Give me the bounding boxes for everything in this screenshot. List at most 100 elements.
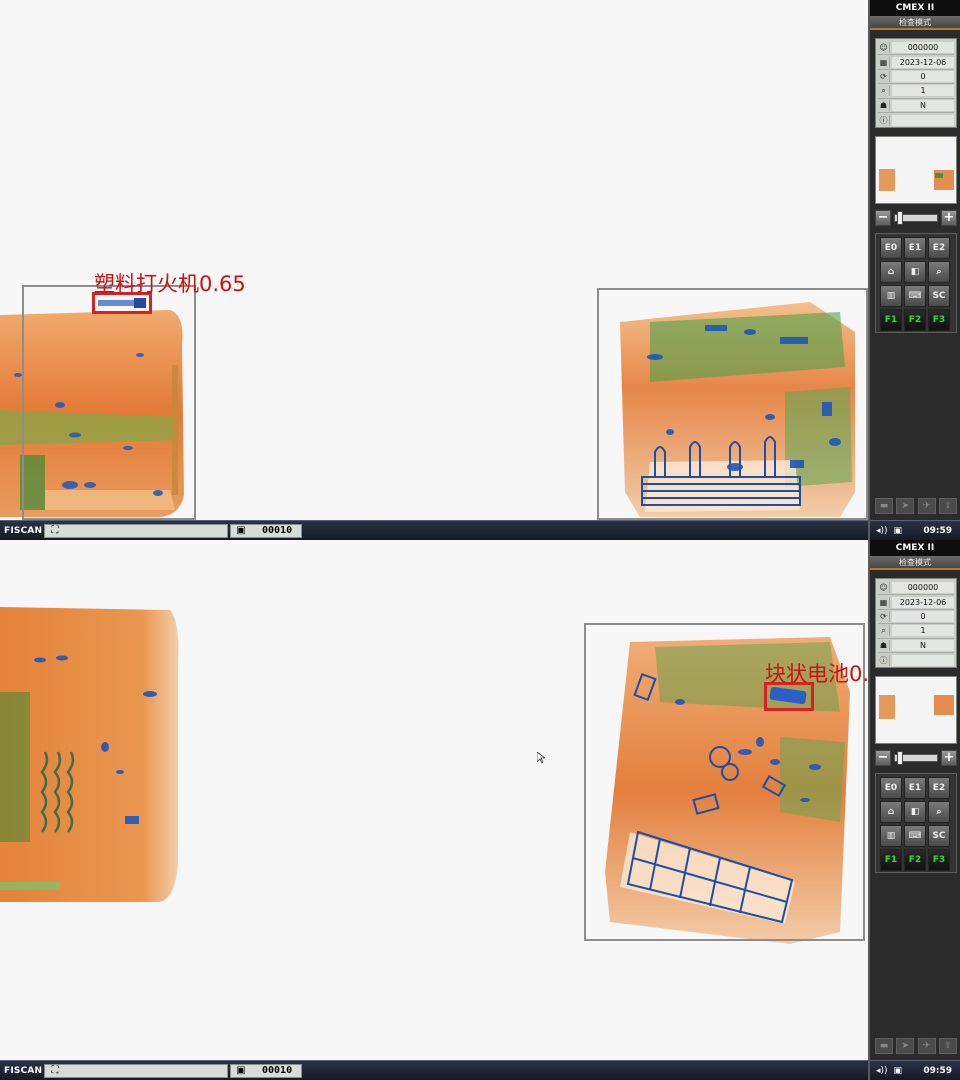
home-button[interactable]: ⌂ [880, 801, 902, 823]
contrast-button[interactable]: ◧ [904, 261, 926, 283]
contrast-icon: ◧ [910, 807, 920, 817]
zoom-out-button[interactable]: − [875, 210, 891, 226]
export-icon[interactable]: ⇪ [938, 498, 957, 514]
e1-button[interactable]: E1 [904, 237, 926, 259]
magnify-button[interactable]: ⌕ [928, 801, 950, 823]
zoom-level-icon: ⌕ [878, 85, 890, 97]
info-value [892, 114, 954, 126]
f3-button[interactable]: F3 [928, 309, 950, 331]
f3-button[interactable]: F3 [928, 849, 950, 871]
f1-button[interactable]: F1 [880, 309, 902, 331]
info-box: ☺ 000000 ▦ 2023-12-06 ⟳ 0 ⌕ 1 ☗ N ⓘ [875, 578, 957, 668]
contrast-button[interactable]: ◧ [904, 801, 926, 823]
xray-scan-area[interactable]: 块状电池0.90 [0, 540, 868, 1060]
xray-bag-image [0, 607, 179, 902]
operator-icon: ☺ [878, 582, 890, 594]
panel-status-bar: ◂)) ▣ 09:59 [870, 520, 960, 540]
signal-icon: ◂)) [876, 525, 888, 536]
thumb-bag [879, 169, 895, 191]
e1-button[interactable]: E1 [904, 777, 926, 799]
scan-count: 0 [892, 70, 954, 82]
book-button[interactable]: ▥ [880, 285, 902, 307]
home-icon: ⌂ [887, 807, 895, 817]
info-row: ☗ N [878, 639, 954, 653]
scan-field[interactable]: ⛶ [44, 523, 228, 538]
mode-label: 检查模式 [870, 16, 960, 30]
zoom-slider[interactable] [894, 751, 938, 765]
detection-label: 塑料打火机0.65 [94, 272, 246, 296]
save-icon[interactable]: ▬ [875, 1038, 893, 1054]
keyboard-icon: ⌨ [908, 831, 922, 841]
send-icon[interactable]: ➤ [896, 1038, 915, 1054]
zoom-control: − + [875, 210, 957, 226]
zoom-in-button[interactable]: + [941, 210, 957, 226]
operator-id: 000000 [892, 42, 954, 54]
bag-frame-right [597, 288, 868, 520]
f1-button[interactable]: F1 [880, 849, 902, 871]
mouse-cursor-icon [537, 752, 545, 764]
info-icon: ⓘ [878, 654, 890, 666]
keyboard-button[interactable]: ⌨ [904, 285, 926, 307]
preview-thumbnail[interactable] [875, 136, 957, 204]
share-icon[interactable]: ✈ [917, 498, 936, 514]
info-box: ☺ 000000 ▦ 2023-12-06 ⟳ 0 ⌕ 1 ☗ N ⓘ [875, 38, 957, 128]
zoom-out-button[interactable]: − [875, 750, 891, 766]
magnify-button[interactable]: ⌕ [928, 261, 950, 283]
home-button[interactable]: ⌂ [880, 261, 902, 283]
battery-shape [769, 686, 807, 705]
e2-button[interactable]: E2 [928, 777, 950, 799]
preview-thumbnail[interactable] [875, 676, 957, 744]
zoom-in-button[interactable]: + [941, 750, 957, 766]
sc-button[interactable]: SC [928, 285, 950, 307]
fullscreen-icon[interactable]: ⛶ [48, 525, 62, 537]
f2-button[interactable]: F2 [904, 309, 926, 331]
e0-button[interactable]: E0 [880, 777, 902, 799]
book-icon: ▥ [886, 831, 896, 841]
zoom-level: 1 [892, 85, 954, 97]
info-row: ☺ 000000 [878, 41, 954, 56]
zoom-slider-thumb[interactable] [897, 751, 903, 765]
info-row: ⟳ 0 [878, 610, 954, 625]
control-panel: CMEX II 检查模式 ☺ 000000 ▦ 2023-12-06 ⟳ 0 ⌕ 1 ☗… [868, 0, 960, 540]
lighter-shape [98, 298, 146, 308]
control-panel: CMEX II 检查模式 ☺ 000000 ▦ 2023-12-06 ⟳ 0 ⌕ 1 ☗… [868, 540, 960, 1080]
info-row: ⌕ 1 [878, 624, 954, 639]
zoom-slider-thumb[interactable] [897, 211, 903, 225]
fullscreen-icon[interactable]: ⛶ [48, 1065, 62, 1077]
f2-button[interactable]: F2 [904, 849, 926, 871]
zoom-slider[interactable] [894, 211, 938, 225]
share-icon[interactable]: ✈ [917, 1038, 936, 1054]
book-icon: ▥ [886, 291, 896, 301]
save-icon[interactable]: ▬ [875, 498, 893, 514]
status-icon: ☗ [878, 639, 890, 651]
scan-count-icon: ⟳ [878, 70, 890, 82]
thumb-bag [934, 695, 954, 715]
bag-count: 00010 [262, 1065, 293, 1076]
network-icon: ▣ [893, 525, 903, 536]
calendar-icon: ▦ [878, 596, 890, 608]
bag-frame-left [22, 285, 196, 520]
book-button[interactable]: ▥ [880, 825, 902, 847]
clock-time: 09:59 [923, 1065, 952, 1076]
e2-button[interactable]: E2 [928, 237, 950, 259]
info-row: ⟳ 0 [878, 70, 954, 85]
keyboard-button[interactable]: ⌨ [904, 825, 926, 847]
info-row: ⌕ 1 [878, 84, 954, 99]
xray-scan-area[interactable]: 塑料打火机0.65 [0, 0, 868, 520]
info-row: ⓘ [878, 653, 954, 667]
send-icon[interactable]: ➤ [896, 498, 915, 514]
mode-label: 检查模式 [870, 556, 960, 570]
sc-button[interactable]: SC [928, 825, 950, 847]
signal-icon: ◂)) [876, 1065, 888, 1076]
e0-button[interactable]: E0 [880, 237, 902, 259]
export-icon[interactable]: ⇪ [938, 1038, 957, 1054]
scan-field[interactable]: ⛶ [44, 1063, 228, 1078]
status-bar: FISCAN ⛶ ▣ 00010 [0, 520, 868, 540]
bottom-toolbar: ▬ ➤ ✈ ⇪ [875, 498, 957, 514]
info-row: ☺ 000000 [878, 581, 954, 596]
zoom-level: 1 [892, 625, 954, 637]
zoom-control: − + [875, 750, 957, 766]
luggage-icon: ▣ [236, 525, 246, 536]
status-value: N [892, 99, 954, 111]
thumb-bag [879, 695, 895, 719]
